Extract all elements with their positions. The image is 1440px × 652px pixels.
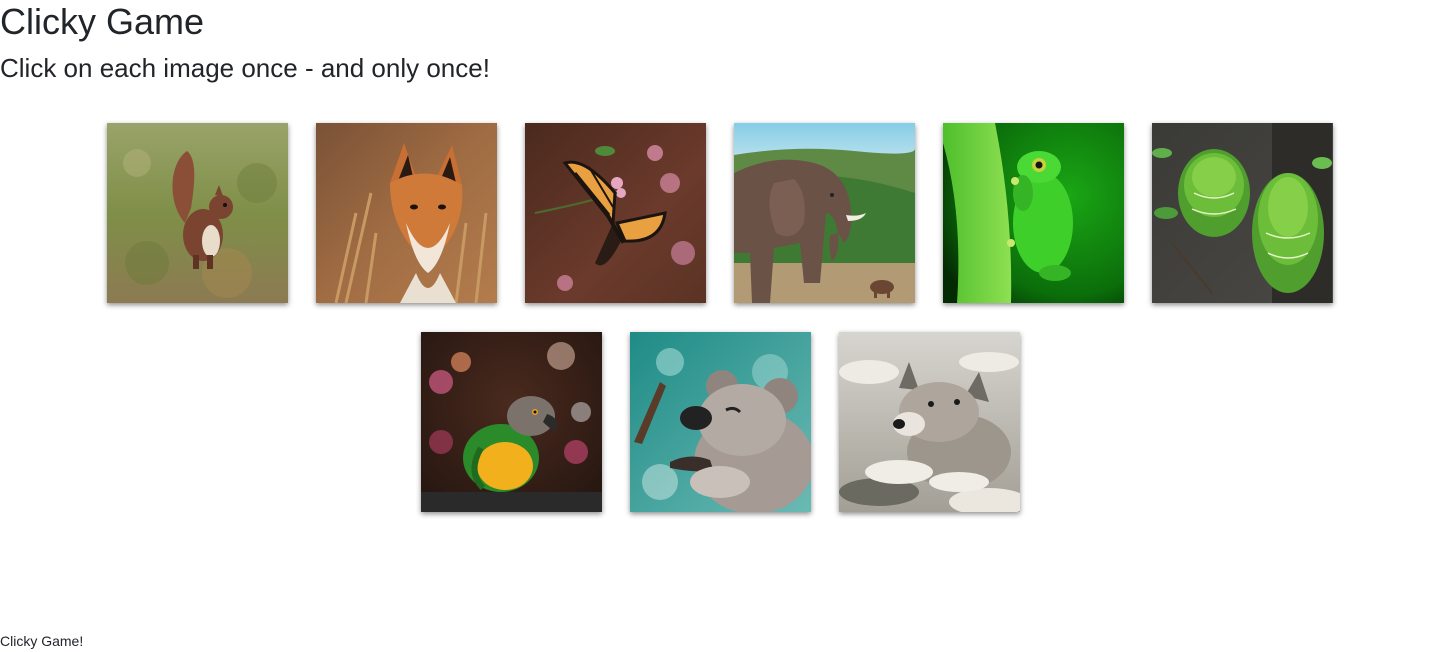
card-snake[interactable] <box>1152 123 1333 303</box>
card-parrot[interactable] <box>420 332 602 512</box>
elephant-image <box>734 123 915 303</box>
snake-image <box>1152 123 1333 303</box>
page-title: Clicky Game <box>0 1 205 42</box>
card-frog[interactable] <box>943 123 1124 303</box>
card-koala[interactable] <box>629 332 811 512</box>
image-grid <box>0 123 1440 512</box>
frog-image <box>943 123 1124 303</box>
card-elephant[interactable] <box>734 123 915 303</box>
image-row <box>0 123 1440 303</box>
image-row <box>0 332 1440 512</box>
parrot-image <box>420 332 602 512</box>
page-subtitle: Click on each image once - and only once… <box>0 53 490 83</box>
page: Clicky Game Click on each image once - a… <box>0 0 1440 652</box>
koala-image <box>629 332 811 512</box>
footer-text: Clicky Game! <box>0 633 84 649</box>
card-butterfly[interactable] <box>525 123 706 303</box>
fox-image <box>316 123 497 303</box>
wolf-pup-image <box>838 332 1020 512</box>
card-wolf-pup[interactable] <box>838 332 1020 512</box>
card-fox[interactable] <box>316 123 497 303</box>
squirrel-image <box>107 123 288 303</box>
butterfly-image <box>525 123 706 303</box>
card-squirrel[interactable] <box>107 123 288 303</box>
